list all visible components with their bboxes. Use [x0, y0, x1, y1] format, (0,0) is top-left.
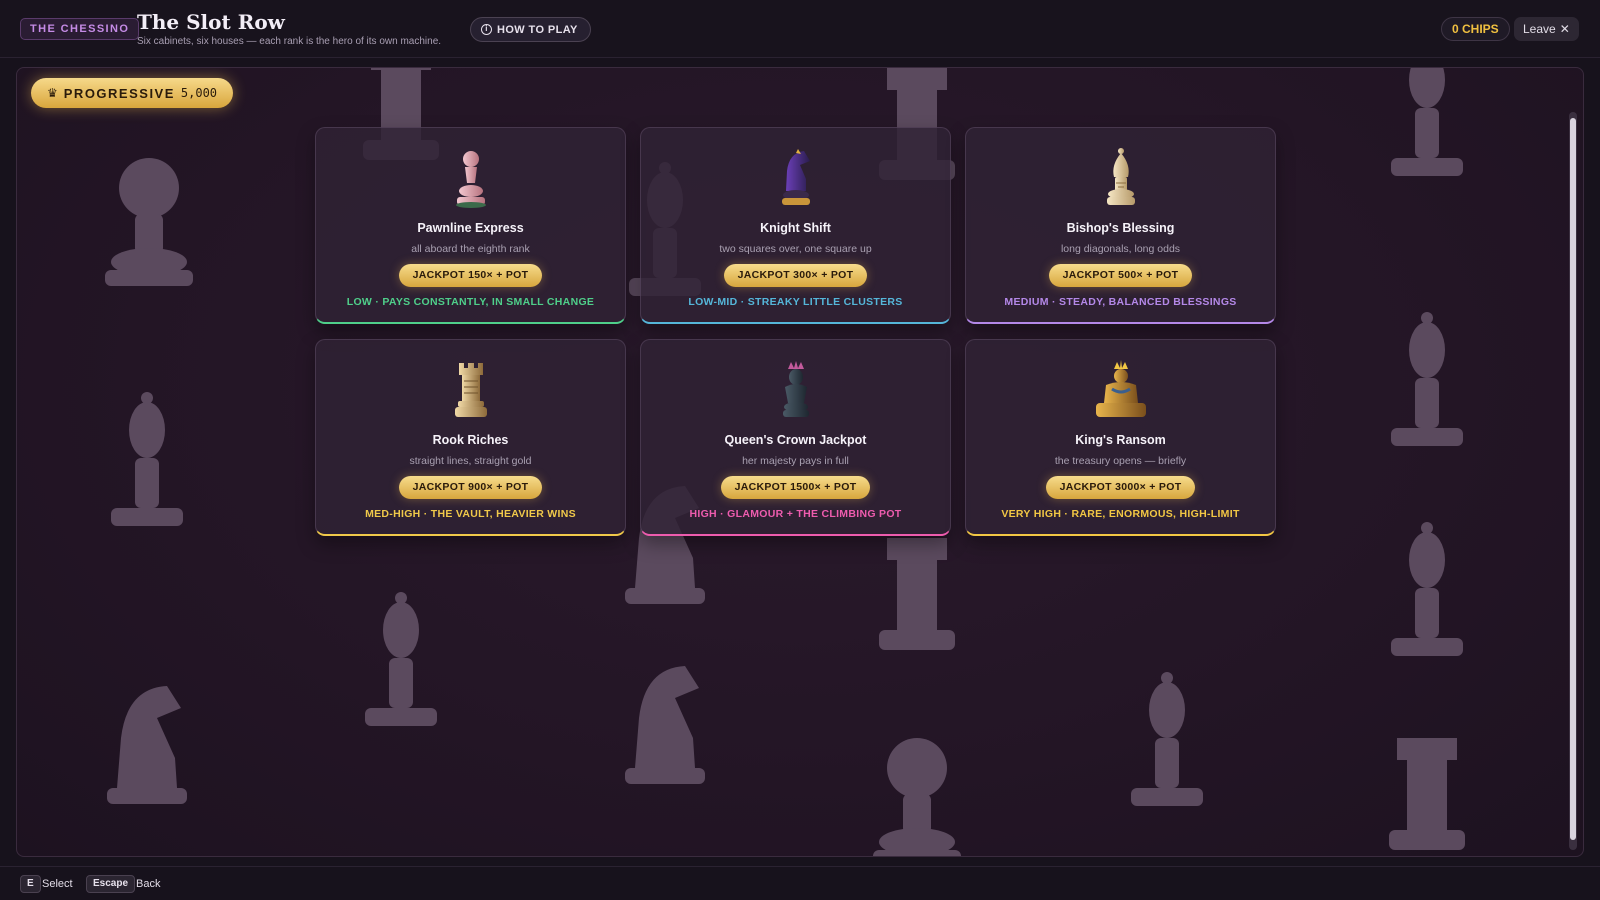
slot-card-pawnline-express[interactable]: Pawnline Express all aboard the eighth r…: [315, 127, 626, 324]
chips-balance: 0 CHIPS: [1441, 17, 1510, 41]
jackpot-badge: JACKPOT 1500× + POT: [720, 476, 871, 499]
card-title: Queen's Crown Jackpot: [724, 433, 867, 447]
leave-label: Leave: [1523, 22, 1556, 36]
slot-card-bishops-blessing[interactable]: Bishop's Blessing long diagonals, long o…: [965, 127, 1276, 324]
rook-icon: [451, 357, 491, 421]
top-bar: THE CHESSINO The Slot Row Six cabinets, …: [0, 0, 1600, 58]
slot-card-queens-crown-jackpot[interactable]: Queen's Crown Jackpot her majesty pays i…: [640, 339, 951, 536]
page-title: The Slot Row: [137, 10, 285, 34]
volatility-label: MEDIUM · STEADY, BALANCED BLESSINGS: [1004, 296, 1237, 308]
jackpot-badge: JACKPOT 900× + POT: [398, 476, 543, 499]
how-to-play-button[interactable]: i HOW TO PLAY: [470, 17, 591, 42]
scrollbar-thumb[interactable]: [1570, 118, 1576, 840]
card-tagline: her majesty pays in full: [742, 455, 849, 467]
queen-icon: [776, 357, 816, 421]
card-title: Pawnline Express: [417, 221, 524, 235]
king-icon: [1090, 357, 1152, 421]
footer-hints: E Select Escape Back: [0, 866, 1600, 900]
escape-key: Escape: [86, 875, 136, 893]
card-tagline: all aboard the eighth rank: [411, 243, 530, 255]
progressive-label: PROGRESSIVE: [63, 85, 175, 101]
slot-machine-grid: Pawnline Express all aboard the eighth r…: [315, 127, 1276, 536]
info-icon: i: [481, 24, 492, 35]
back-hint-label: Back: [136, 878, 161, 890]
volatility-label: MED-HIGH · THE VAULT, HEAVIER WINS: [365, 508, 576, 520]
volatility-label: LOW · PAYS CONSTANTLY, IN SMALL CHANGE: [346, 296, 595, 308]
card-tagline: long diagonals, long odds: [1060, 243, 1181, 255]
brand-badge: THE CHESSINO: [20, 18, 140, 40]
select-key: E: [20, 875, 41, 893]
card-title: Knight Shift: [760, 221, 831, 235]
progressive-jackpot-badge: ♛ PROGRESSIVE 5,000: [31, 78, 234, 108]
knight-icon: [776, 145, 816, 209]
bishop-icon: [1101, 145, 1141, 209]
slot-card-rook-riches[interactable]: Rook Riches straight lines, straight gol…: [315, 339, 626, 536]
pawn-icon: [451, 145, 491, 209]
card-tagline: the treasury opens — briefly: [1054, 455, 1187, 467]
volatility-label: VERY HIGH · RARE, ENORMOUS, HIGH-LIMIT: [1001, 508, 1240, 520]
leave-button[interactable]: Leave ✕: [1514, 17, 1579, 41]
select-hint-label: Select: [42, 878, 73, 890]
volatility-label: LOW-MID · STREAKY LITTLE CLUSTERS: [688, 296, 903, 308]
jackpot-badge: JACKPOT 150× + POT: [398, 264, 543, 287]
bg-pawn: [105, 158, 193, 286]
scrollbar[interactable]: [1569, 112, 1577, 850]
slot-row-panel: ♛ PROGRESSIVE 5,000 Pawnline Express all…: [16, 67, 1584, 857]
card-title: Rook Riches: [432, 433, 509, 447]
close-icon: ✕: [1559, 22, 1570, 36]
jackpot-badge: JACKPOT 3000× + POT: [1045, 476, 1196, 499]
jackpot-badge: JACKPOT 500× + POT: [1048, 264, 1193, 287]
card-tagline: two squares over, one square up: [719, 243, 872, 255]
page-subtitle: Six cabinets, six houses — each rank is …: [137, 36, 442, 47]
card-title: Bishop's Blessing: [1066, 221, 1175, 235]
crown-icon: ♛: [47, 86, 58, 100]
jackpot-badge: JACKPOT 300× + POT: [723, 264, 868, 287]
how-to-play-label: HOW TO PLAY: [497, 23, 578, 36]
slot-card-kings-ransom[interactable]: King's Ransom the treasury opens — brief…: [965, 339, 1276, 536]
progressive-value: 5,000: [180, 86, 218, 100]
volatility-label: HIGH · GLAMOUR + THE CLIMBING POT: [689, 508, 902, 520]
card-title: King's Ransom: [1075, 433, 1166, 447]
slot-card-knight-shift[interactable]: Knight Shift two squares over, one squar…: [640, 127, 951, 324]
card-tagline: straight lines, straight gold: [409, 455, 532, 467]
